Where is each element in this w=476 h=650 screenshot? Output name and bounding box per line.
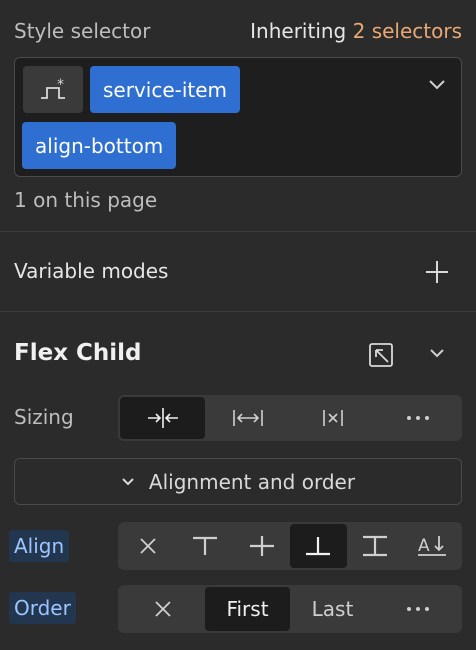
- sizing-none-button[interactable]: [290, 397, 375, 439]
- align-center-button[interactable]: [233, 524, 290, 568]
- align-end-icon: [306, 537, 331, 556]
- add-icon[interactable]: [424, 259, 450, 285]
- alignment-and-order-toggle[interactable]: Alignment and order: [14, 458, 462, 505]
- inheriting-prefix: Inheriting: [250, 19, 347, 43]
- svg-text:*: *: [57, 78, 64, 93]
- align-baseline-icon: A: [417, 536, 446, 556]
- shrink-icon: [147, 408, 178, 428]
- order-segmented-control: First Last: [118, 585, 462, 633]
- close-icon: [154, 601, 171, 617]
- section-title: Flex Child: [14, 340, 142, 366]
- align-stretch-button[interactable]: [347, 524, 404, 568]
- chevron-down-icon[interactable]: [427, 78, 447, 92]
- divider: [0, 311, 476, 312]
- chevron-down-icon[interactable]: [428, 346, 446, 360]
- inheriting-indicator[interactable]: Inheriting 2 selectors: [250, 19, 462, 43]
- selector-chip-align-bottom[interactable]: align-bottom: [22, 122, 177, 169]
- page-usage-count: 1 on this page: [14, 188, 158, 212]
- sizing-more-button[interactable]: [375, 397, 460, 439]
- chevron-down-icon: [122, 477, 134, 485]
- alignment-and-order-label: Alignment and order: [148, 469, 356, 494]
- align-label: Align: [9, 530, 70, 562]
- order-label: Order: [9, 592, 76, 624]
- order-last-button[interactable]: Last: [290, 587, 375, 631]
- selector-input[interactable]: * service-item align-bottom: [14, 57, 462, 177]
- divider: [0, 231, 476, 232]
- svg-text:A: A: [418, 536, 430, 556]
- selector-chip-service-item[interactable]: service-item: [90, 66, 241, 113]
- align-start-button[interactable]: [177, 524, 234, 568]
- more-icon: [406, 607, 429, 611]
- align-end-button[interactable]: [290, 524, 347, 568]
- order-first-button[interactable]: First: [205, 587, 290, 631]
- select-parent-icon[interactable]: [368, 342, 394, 368]
- sizing-grow-button[interactable]: [205, 397, 290, 439]
- align-center-icon: [249, 536, 274, 556]
- inheriting-count[interactable]: 2 selectors: [353, 19, 462, 43]
- align-baseline-button[interactable]: A: [403, 524, 460, 568]
- sizing-label: Sizing: [14, 405, 74, 429]
- state-selector-button[interactable]: *: [23, 66, 83, 113]
- order-more-button[interactable]: [375, 587, 460, 631]
- close-icon: [140, 538, 156, 554]
- none-icon: [322, 410, 343, 426]
- align-stretch-icon: [363, 535, 388, 557]
- align-start-icon: [193, 536, 217, 555]
- variable-modes-label: Variable modes: [14, 259, 169, 283]
- more-icon: [406, 416, 429, 420]
- sizing-shrink-button[interactable]: [120, 397, 205, 439]
- state-icon: *: [41, 78, 65, 99]
- align-segmented-control: A: [118, 522, 462, 570]
- align-none-button[interactable]: [120, 524, 177, 568]
- style-selector-label: Style selector: [14, 19, 151, 43]
- grow-icon: [232, 410, 263, 426]
- order-none-button[interactable]: [120, 587, 205, 631]
- sizing-segmented-control: [118, 395, 462, 441]
